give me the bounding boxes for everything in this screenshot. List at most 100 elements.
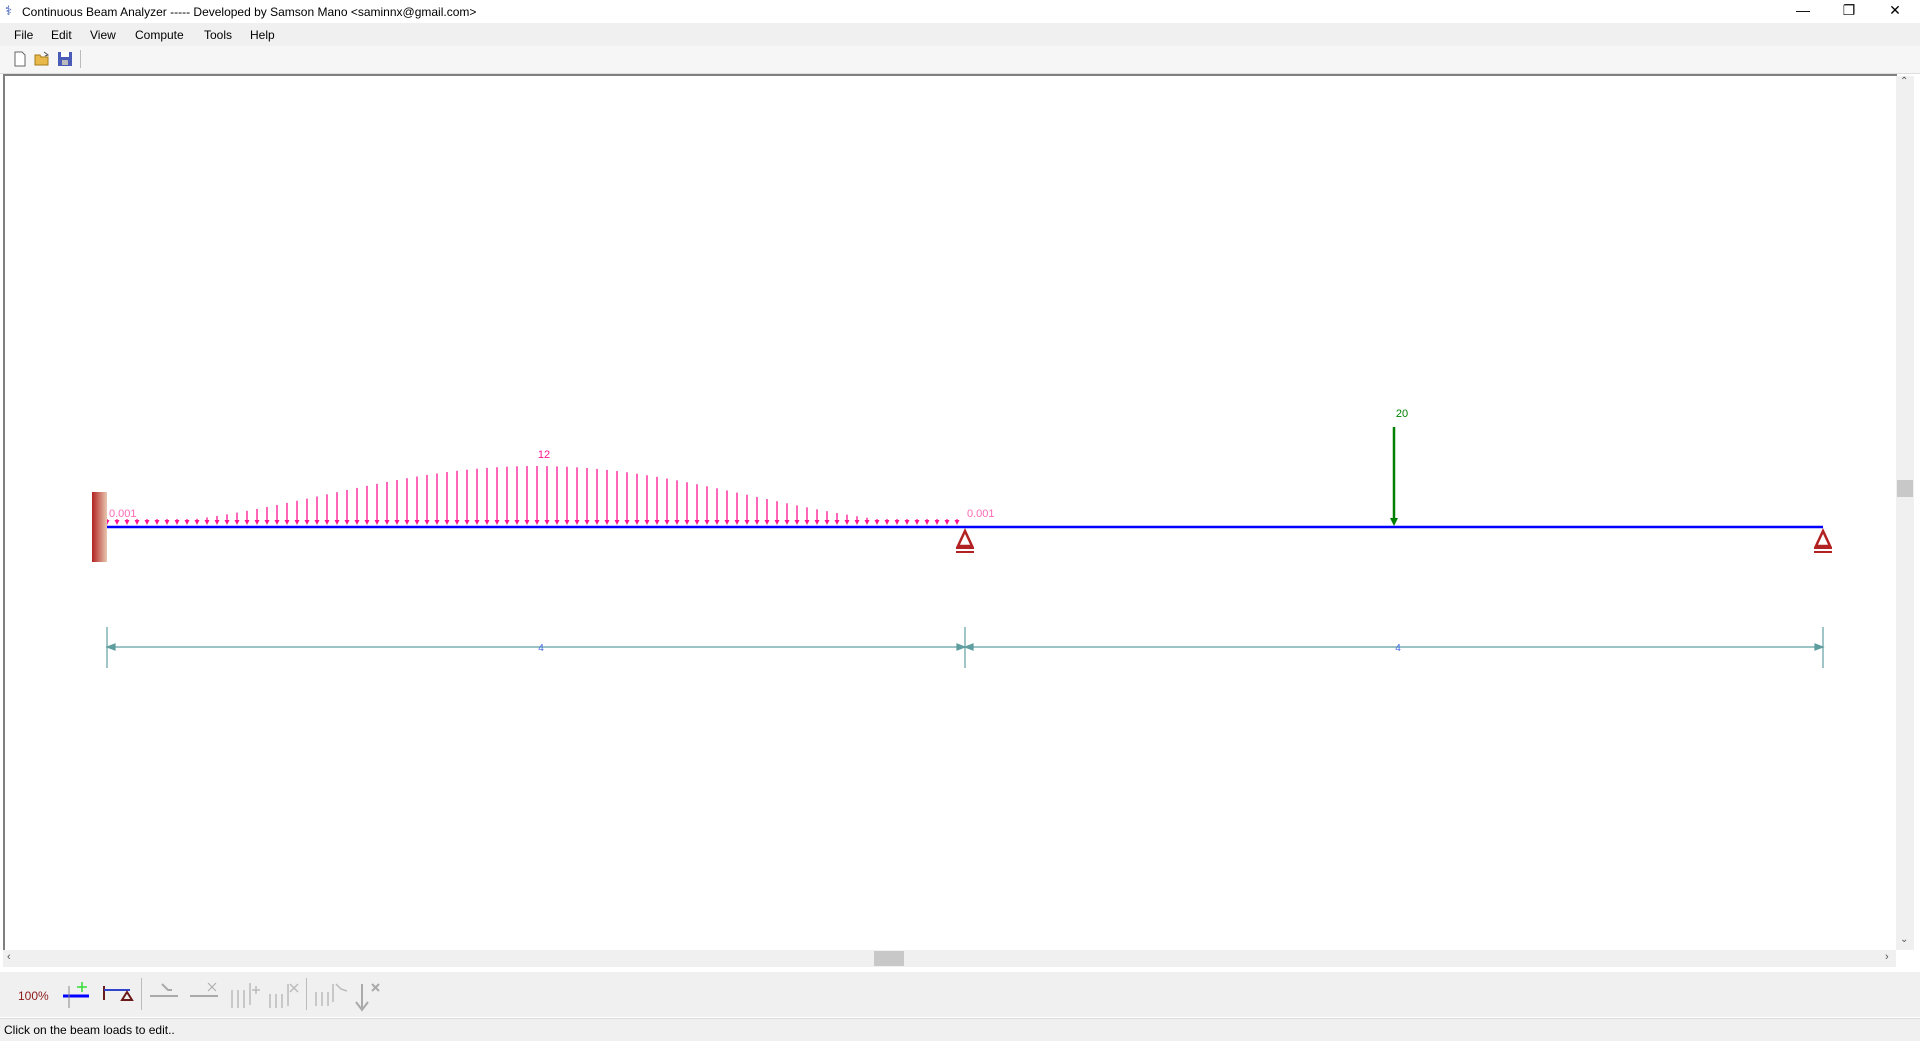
distributed-load-arrow[interactable] <box>954 519 960 525</box>
distributed-load-arrow[interactable] <box>424 474 430 525</box>
distributed-load-arrow[interactable] <box>464 469 470 525</box>
distributed-load-arrow[interactable] <box>644 475 650 525</box>
distributed-load-arrow[interactable] <box>274 504 280 525</box>
distributed-load-arrow[interactable] <box>534 466 540 525</box>
distributed-load-arrow[interactable] <box>864 517 870 525</box>
distributed-load-arrow[interactable] <box>484 467 490 525</box>
distributed-load-arrow[interactable] <box>444 472 450 525</box>
distributed-load-arrow[interactable] <box>804 507 810 525</box>
distributed-load-arrow[interactable] <box>884 519 890 525</box>
distributed-load-arrow[interactable] <box>624 472 630 525</box>
distributed-load-arrow[interactable] <box>414 476 420 525</box>
distributed-load-arrow[interactable] <box>284 502 290 525</box>
distributed-load-arrow[interactable] <box>854 516 860 525</box>
delete-span-icon[interactable] <box>188 980 220 1010</box>
distributed-load-arrow[interactable] <box>734 492 740 525</box>
zoom-level[interactable]: 100% <box>18 989 49 1003</box>
distributed-load-arrow[interactable] <box>724 490 730 525</box>
distributed-load-arrow[interactable] <box>474 468 480 525</box>
scroll-up-icon[interactable]: ⌃ <box>1900 76 1908 87</box>
distributed-load-arrow[interactable] <box>304 498 310 525</box>
distributed-load-arrow[interactable] <box>194 518 200 525</box>
distributed-load-arrow[interactable] <box>454 470 460 525</box>
fixed-support[interactable] <box>92 492 107 562</box>
distributed-load-arrow[interactable] <box>344 490 350 525</box>
distributed-load-arrow[interactable] <box>874 519 880 525</box>
distributed-load-arrow[interactable] <box>264 506 270 525</box>
distributed-load-arrow[interactable] <box>554 466 560 525</box>
distributed-load-arrow[interactable] <box>784 503 790 525</box>
distributed-load-arrow[interactable] <box>654 476 660 525</box>
distributed-load-arrow[interactable] <box>354 487 360 525</box>
distributed-load-arrow[interactable] <box>334 492 340 525</box>
horizontal-scroll-thumb[interactable] <box>874 951 904 966</box>
distributed-load-arrow[interactable] <box>184 519 190 525</box>
distributed-load-arrow[interactable] <box>674 480 680 525</box>
edit-distributed-load-icon[interactable] <box>313 980 349 1012</box>
distributed-load-arrow[interactable] <box>154 519 160 525</box>
distributed-load-arrow[interactable] <box>174 519 180 525</box>
distributed-load-arrow[interactable] <box>764 499 770 525</box>
distributed-load-arrow[interactable] <box>614 471 620 525</box>
distributed-load-arrow[interactable] <box>204 517 210 525</box>
distributed-load-arrow[interactable] <box>254 508 260 525</box>
distributed-load-arrow[interactable] <box>394 480 400 525</box>
vertical-scrollbar[interactable]: ⌃ ⌄ <box>1896 76 1914 950</box>
scroll-down-icon[interactable]: ⌄ <box>1900 934 1908 945</box>
distributed-load-arrow[interactable] <box>404 478 410 525</box>
pinned-support-2[interactable] <box>956 528 974 553</box>
beam-drawing[interactable]: 20 12 0.001 0.001 4 4 <box>2 2 1894 878</box>
distributed-load-arrow[interactable] <box>604 469 610 525</box>
scroll-right-icon[interactable]: › <box>1885 951 1889 963</box>
distributed-load-arrow[interactable] <box>814 509 820 525</box>
distributed-load-arrow[interactable] <box>434 473 440 525</box>
scroll-left-icon[interactable]: ‹ <box>7 951 11 963</box>
point-load[interactable] <box>1390 427 1398 526</box>
distributed-load-arrow[interactable] <box>574 467 580 525</box>
distributed-load-arrow[interactable] <box>544 466 550 525</box>
distributed-load-arrow[interactable] <box>584 468 590 525</box>
horizontal-scrollbar[interactable]: ‹ › <box>3 950 1896 967</box>
distributed-load-arrow[interactable] <box>824 511 830 525</box>
distributed-load-arrow[interactable] <box>794 505 800 525</box>
distributed-load-arrow[interactable] <box>314 496 320 525</box>
delete-distributed-load-icon[interactable] <box>266 980 300 1012</box>
vertical-scroll-thumb[interactable] <box>1897 480 1913 497</box>
distributed-load-arrow[interactable] <box>664 478 670 525</box>
distributed-load-arrow[interactable] <box>914 519 920 525</box>
distributed-load-arrow[interactable] <box>594 468 600 525</box>
edit-span-icon[interactable] <box>148 980 180 1010</box>
beam-canvas[interactable]: 20 12 0.001 0.001 4 4 <box>3 74 1897 952</box>
distributed-load-arrow[interactable] <box>924 519 930 525</box>
edit-supports-icon[interactable] <box>100 980 136 1010</box>
distributed-load-arrow[interactable] <box>774 501 780 525</box>
distributed-load-arrow[interactable] <box>834 512 840 525</box>
distributed-load-arrow[interactable] <box>944 519 950 525</box>
distributed-load-arrow[interactable] <box>714 488 720 525</box>
pinned-support-3[interactable] <box>1814 528 1832 553</box>
distributed-load-arrow[interactable] <box>634 473 640 525</box>
add-distributed-load-icon[interactable] <box>228 980 260 1012</box>
distributed-load-arrow[interactable] <box>324 494 330 525</box>
distributed-load-arrow[interactable] <box>514 466 520 525</box>
distributed-load-arrow[interactable] <box>754 496 760 525</box>
distributed-load-arrow[interactable] <box>494 467 500 525</box>
distributed-load-arrow[interactable] <box>684 482 690 525</box>
distributed-load-arrow[interactable] <box>694 484 700 525</box>
distributed-load-arrow[interactable] <box>364 485 370 525</box>
distributed-load-arrow[interactable] <box>164 519 170 525</box>
distributed-load-arrow[interactable] <box>744 494 750 525</box>
distributed-load-arrow[interactable] <box>564 466 570 525</box>
distributed-load-arrow[interactable] <box>234 512 240 525</box>
distributed-load-arrow[interactable] <box>384 481 390 525</box>
add-span-icon[interactable] <box>60 980 94 1010</box>
distributed-load-arrow[interactable] <box>894 519 900 525</box>
distributed-load-arrow[interactable] <box>704 486 710 525</box>
distributed-load-arrow[interactable] <box>904 519 910 525</box>
distributed-load-arrow[interactable] <box>844 514 850 525</box>
distributed-load-arrow[interactable] <box>214 515 220 525</box>
delete-point-load-icon[interactable] <box>352 980 386 1014</box>
distributed-load-arrow[interactable] <box>224 514 230 525</box>
distributed-load-arrow[interactable] <box>244 510 250 525</box>
distributed-load-arrow[interactable] <box>524 466 530 525</box>
